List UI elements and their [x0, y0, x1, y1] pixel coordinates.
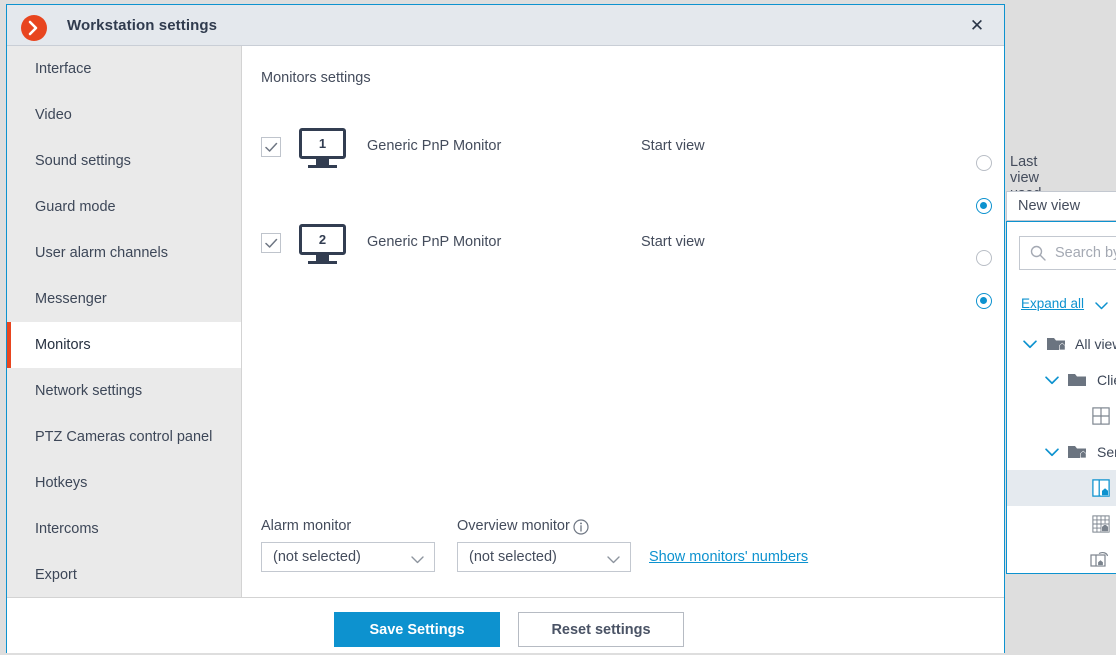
sidebar-item-label: Video: [35, 107, 72, 123]
radio-new-view-monitor-2[interactable]: [976, 293, 992, 309]
monitor-icon: 2: [299, 224, 347, 264]
views-tree: All views Client views: [1007, 326, 1116, 573]
tree-node-label: Client views: [1097, 372, 1116, 388]
sidebar-item-video[interactable]: Video: [7, 92, 241, 138]
chevron-right-glyph: [28, 20, 38, 36]
view-select-value: New view: [1018, 198, 1081, 214]
sidebar-item-intercoms[interactable]: Intercoms: [7, 506, 241, 552]
search-field-wrapper: [1019, 236, 1116, 270]
tree-node-all-views[interactable]: All views: [1007, 326, 1116, 362]
tree-node-new-view-server[interactable]: New view: [1007, 470, 1116, 506]
page-title: Workstation settings: [67, 17, 218, 34]
sidebar-item-label: User alarm channels: [35, 245, 168, 261]
check-icon: [265, 238, 278, 248]
sidebar-item-label: Messenger: [35, 291, 107, 307]
chevron-down-icon[interactable]: [1023, 337, 1037, 351]
sidebar-item-monitors[interactable]: Monitors: [7, 322, 241, 368]
monitor-enable-checkbox[interactable]: [261, 137, 281, 157]
info-icon[interactable]: [573, 519, 589, 535]
settings-sidebar: Interface Video Sound settings Guard mod…: [7, 46, 242, 597]
chevron-down-icon: [411, 556, 424, 564]
sidebar-item-guard-mode[interactable]: Guard mode: [7, 184, 241, 230]
dialog-titlebar: Workstation settings ✕: [7, 5, 1004, 46]
monitors-settings-panel: Monitors settings 1 Generic PnP Monitor …: [243, 46, 1116, 597]
save-settings-button[interactable]: Save Settings: [334, 612, 500, 647]
sidebar-item-network-settings[interactable]: Network settings: [7, 368, 241, 414]
monitor-number: 1: [299, 128, 346, 159]
monitor-number: 2: [299, 224, 346, 255]
monitor-enable-checkbox[interactable]: [261, 233, 281, 253]
alarm-monitor-select[interactable]: (not selected): [261, 542, 435, 572]
view-select[interactable]: New view: [1006, 191, 1116, 221]
reset-settings-button[interactable]: Reset settings: [518, 612, 684, 647]
monitor-name: Generic PnP Monitor: [367, 138, 502, 154]
sidebar-item-label: Network settings: [35, 383, 143, 399]
start-view-label: Start view: [641, 138, 705, 154]
tree-node-label: Server views: [1097, 444, 1116, 460]
view-tree-dropdown: Expand all Collapse all: [1006, 221, 1116, 574]
sidebar-item-label: Interface: [35, 61, 92, 77]
monitor-stand-base: [308, 165, 337, 168]
auto-switching-icon: [1090, 552, 1109, 567]
radio-last-view-used-monitor-2[interactable]: [976, 250, 992, 266]
sidebar-item-label: Export: [35, 567, 77, 583]
sidebar-item-user-alarm-channels[interactable]: User alarm channels: [7, 230, 241, 276]
start-view-label: Start view: [641, 234, 705, 250]
search-icon: [1030, 245, 1046, 261]
monitor-icon: 1: [299, 128, 347, 168]
sidebar-item-interface[interactable]: Interface: [7, 46, 241, 92]
monitor-name: Generic PnP Monitor: [367, 234, 502, 250]
dialog-footer: Save Settings Reset settings: [7, 597, 1004, 653]
close-icon[interactable]: ✕: [964, 13, 990, 39]
sidebar-item-label: Intercoms: [35, 521, 99, 537]
monitor-stand-base: [308, 261, 337, 264]
overview-monitor-select[interactable]: (not selected): [457, 542, 631, 572]
sidebar-item-label: Monitors: [35, 337, 91, 353]
monitor-row: 2 Generic PnP Monitor Start view: [261, 220, 981, 266]
workstation-settings-dialog: Workstation settings ✕ Interface Video S…: [6, 4, 1116, 653]
folder-icon: [1068, 374, 1086, 386]
sidebar-item-label: PTZ Cameras control panel: [35, 429, 213, 445]
search-input[interactable]: [1053, 237, 1116, 269]
sidebar-item-messenger[interactable]: Messenger: [7, 276, 241, 322]
sidebar-item-label: Sound settings: [35, 153, 131, 169]
tree-node-new-automatic-switching[interactable]: New automatic switching: [1007, 542, 1116, 573]
alarm-monitor-value: (not selected): [273, 549, 361, 565]
sidebar-item-label: Guard mode: [35, 199, 116, 215]
expand-all-link[interactable]: Expand all: [1021, 296, 1084, 311]
sidebar-item-export[interactable]: Export: [7, 552, 241, 598]
show-monitors-numbers-link[interactable]: Show monitors' numbers: [649, 549, 808, 565]
overview-monitor-value: (not selected): [469, 549, 557, 565]
folder-home-icon: [1068, 446, 1087, 458]
layout-grid-icon: [1092, 407, 1110, 425]
sidebar-item-ptz-cameras-control-panel[interactable]: PTZ Cameras control panel: [7, 414, 241, 460]
tree-node-label: All views: [1075, 336, 1116, 352]
sidebar-item-hotkeys[interactable]: Hotkeys: [7, 460, 241, 506]
tree-node-server-views[interactable]: Server views: [1007, 434, 1116, 470]
layout-split-home-icon: [1092, 479, 1110, 497]
chevron-down-icon[interactable]: [1045, 373, 1059, 387]
tree-node-new-view-2[interactable]: New view 2: [1007, 506, 1116, 542]
layout-grid-home-icon: [1092, 515, 1110, 533]
folder-home-icon: [1047, 338, 1066, 350]
overview-monitor-label: Overview monitor: [457, 518, 570, 534]
radio-last-view-used-monitor-1[interactable]: [976, 155, 992, 171]
sidebar-item-sound-settings[interactable]: Sound settings: [7, 138, 241, 184]
section-title: Monitors settings: [261, 70, 371, 86]
monitor-row: 1 Generic PnP Monitor Start view: [261, 124, 981, 170]
radio-new-view-monitor-1[interactable]: [976, 198, 992, 214]
chevron-right-circle-icon: [21, 15, 47, 41]
sidebar-item-label: Hotkeys: [35, 475, 88, 491]
tree-node-client-views[interactable]: Client views: [1007, 362, 1116, 398]
check-icon: [265, 142, 278, 152]
tree-node-new-view-client[interactable]: New view: [1007, 398, 1116, 434]
chevron-down-icon[interactable]: [1045, 445, 1059, 459]
alarm-monitor-label: Alarm monitor: [261, 518, 352, 534]
chevron-down-icon: [607, 556, 620, 564]
chevron-down-icon[interactable]: [1095, 301, 1108, 310]
